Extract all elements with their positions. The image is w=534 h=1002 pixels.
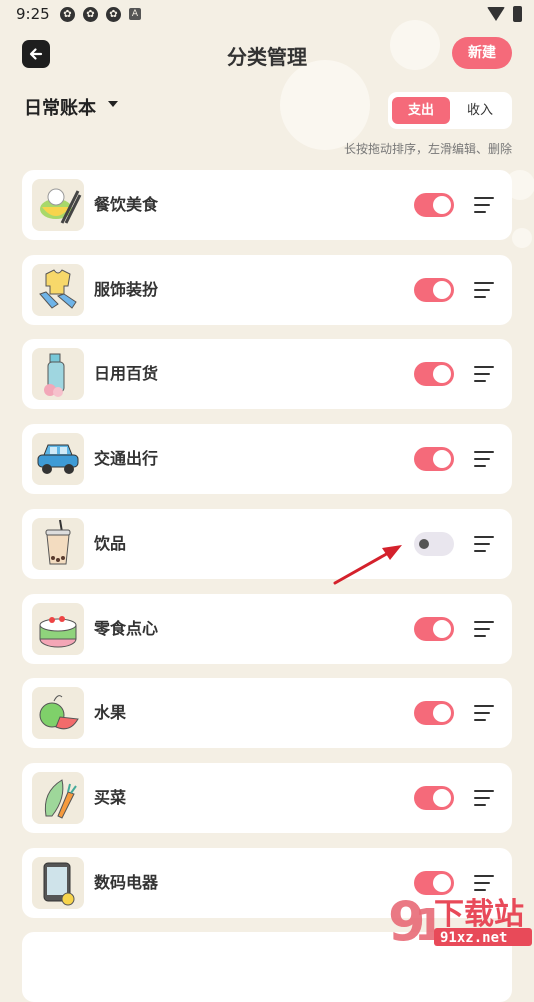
clothing-icon xyxy=(32,263,84,316)
category-row-4[interactable]: 交通出行 xyxy=(22,424,512,495)
toggle-knob xyxy=(433,196,451,214)
category-label: 日用百货 xyxy=(94,364,159,384)
category-label: 零食点心 xyxy=(94,618,159,638)
category-label: 水果 xyxy=(94,703,127,723)
notification-icon: ✿ xyxy=(60,7,75,22)
watermark-url: 91xz.net xyxy=(440,930,507,946)
category-label: 交通出行 xyxy=(94,449,159,469)
category-row-5[interactable]: 饮品 xyxy=(22,508,512,579)
toggle-knob xyxy=(433,619,451,638)
category-row-8[interactable]: 买菜 xyxy=(22,762,512,833)
status-time: 9:25 xyxy=(16,5,50,23)
drag-handle-icon[interactable] xyxy=(474,197,494,213)
daily-goods-icon xyxy=(32,348,84,401)
rice-bowl-icon xyxy=(32,179,84,231)
category-row-6[interactable]: 零食点心 xyxy=(22,593,512,664)
category-row-1[interactable]: 餐饮美食 xyxy=(22,170,512,240)
category-row-3[interactable]: 日用百货 xyxy=(22,339,512,410)
status-bar: 9:25 ✿ ✿ ✿ A xyxy=(0,0,534,28)
category-toggle[interactable] xyxy=(414,193,454,217)
toggle-knob xyxy=(433,788,451,807)
background-circle xyxy=(280,60,370,150)
category-toggle[interactable] xyxy=(414,616,454,641)
category-toggle[interactable] xyxy=(414,531,454,556)
category-row-7[interactable]: 水果 xyxy=(22,678,512,749)
drag-handle-icon[interactable] xyxy=(474,705,494,722)
watermark-text: 下载站 xyxy=(434,897,524,932)
hint-text: 长按拖动排序，左滑编辑、删除 xyxy=(343,142,512,156)
fruit-icon xyxy=(32,687,84,740)
new-category-button[interactable]: 新建 xyxy=(452,37,512,69)
category-toggle[interactable] xyxy=(414,785,454,810)
background-circle xyxy=(512,228,532,248)
car-icon xyxy=(32,433,84,486)
category-label: 买菜 xyxy=(94,787,127,807)
toggle-knob xyxy=(419,538,429,549)
category-toggle[interactable] xyxy=(414,362,454,387)
category-toggle[interactable] xyxy=(414,447,454,472)
drag-handle-icon[interactable] xyxy=(474,620,494,637)
category-label: 饮品 xyxy=(94,533,127,553)
vegetable-icon xyxy=(32,771,84,824)
tab-income[interactable]: 收入 xyxy=(452,97,508,124)
battery-icon xyxy=(513,6,522,22)
tab-expense[interactable]: 支出 xyxy=(392,97,450,124)
notification-icons: ✿ ✿ ✿ A xyxy=(60,7,141,22)
bubble-tea-icon xyxy=(32,517,84,570)
drag-handle-icon[interactable] xyxy=(474,366,494,383)
phone-icon xyxy=(32,856,84,909)
notification-icon: ✿ xyxy=(83,7,98,22)
drag-handle-icon[interactable] xyxy=(474,789,494,806)
system-icons xyxy=(487,6,522,22)
category-row-2[interactable]: 服饰装扮 xyxy=(22,254,512,325)
category-label: 服饰装扮 xyxy=(94,279,159,299)
drag-handle-icon[interactable] xyxy=(474,535,494,552)
account-book-selector[interactable]: 日常账本 xyxy=(24,94,96,120)
caret-down-icon[interactable] xyxy=(108,101,118,107)
toggle-knob xyxy=(433,365,451,384)
category-label: 餐饮美食 xyxy=(94,195,159,214)
category-toggle[interactable] xyxy=(414,701,454,726)
watermark-logo: 9 1 下载站 91xz.net xyxy=(388,888,534,953)
category-toggle[interactable] xyxy=(414,277,454,302)
notification-icon: A xyxy=(129,8,141,20)
toggle-knob xyxy=(433,704,451,723)
cake-icon xyxy=(32,602,84,655)
annotation-arrow-icon xyxy=(333,545,402,585)
category-label: 数码电器 xyxy=(94,872,159,892)
wifi-icon xyxy=(487,7,505,21)
drag-handle-icon[interactable] xyxy=(474,281,494,298)
toggle-knob xyxy=(433,280,451,299)
drag-handle-icon[interactable] xyxy=(474,451,494,468)
toggle-knob xyxy=(433,450,451,469)
notification-icon: ✿ xyxy=(106,7,121,22)
